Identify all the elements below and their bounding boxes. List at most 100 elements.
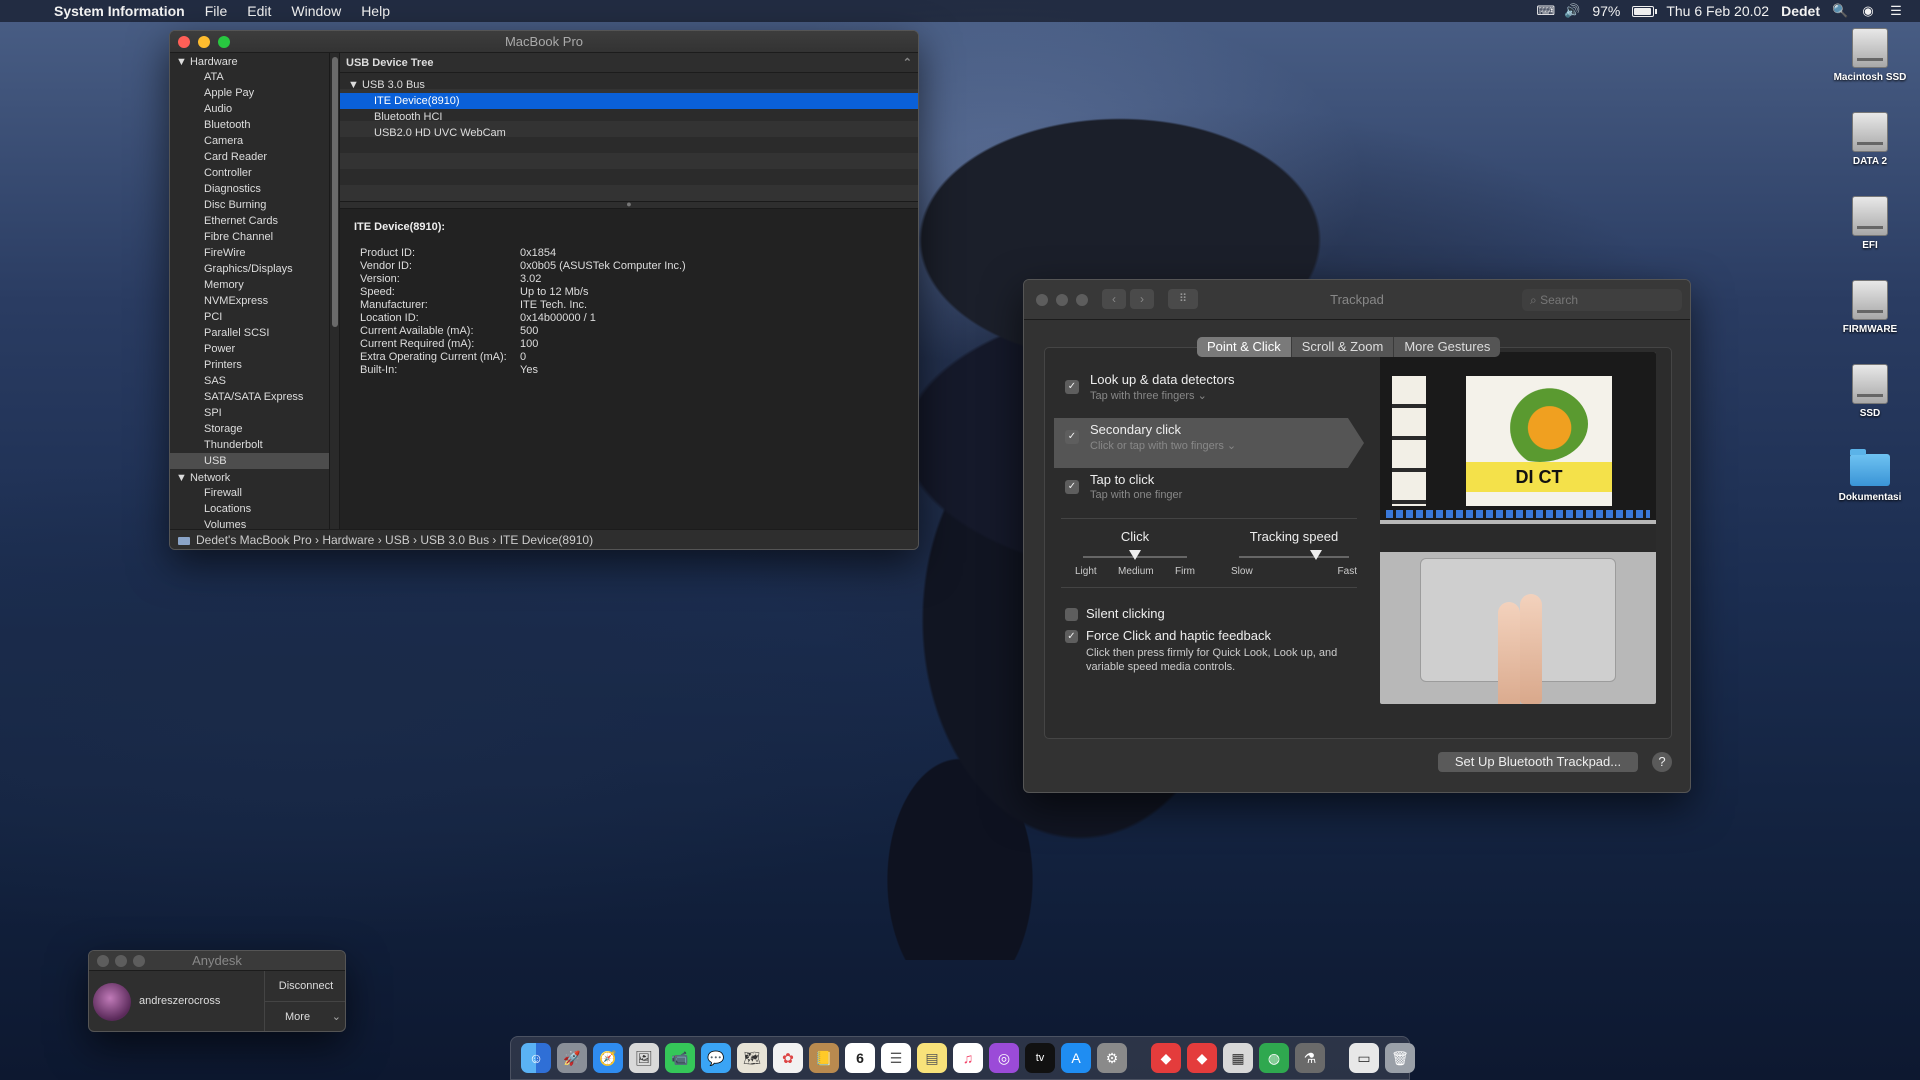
- app-store-icon[interactable]: A: [1061, 1043, 1091, 1073]
- sidebar-item[interactable]: Ethernet Cards: [170, 213, 329, 229]
- zoom-button[interactable]: [133, 955, 145, 967]
- utility-app-icon[interactable]: ⚗: [1295, 1043, 1325, 1073]
- battery-percent[interactable]: 97%: [1592, 3, 1620, 19]
- more-button[interactable]: More ⌄: [265, 1002, 345, 1031]
- facetime-icon[interactable]: 📹: [665, 1043, 695, 1073]
- sidebar-item[interactable]: Controller: [170, 165, 329, 181]
- sidebar-item[interactable]: SATA/SATA Express: [170, 389, 329, 405]
- sidebar-item[interactable]: Bluetooth: [170, 117, 329, 133]
- slider-knob[interactable]: [1310, 550, 1322, 560]
- tree-row-bus[interactable]: ▼ USB 3.0 Bus: [340, 77, 918, 93]
- menu-edit[interactable]: Edit: [247, 3, 271, 19]
- option-gesture-dropdown[interactable]: Tap with three fingers ⌄: [1090, 389, 1207, 402]
- keyboard-icon[interactable]: ⌨: [1536, 4, 1555, 18]
- notification-center-icon[interactable]: ☰: [1888, 4, 1904, 18]
- sidebar-item[interactable]: Diagnostics: [170, 181, 329, 197]
- desktop-icon-data-2[interactable]: DATA 2: [1820, 112, 1920, 167]
- tab-point-click[interactable]: Point & Click: [1197, 337, 1292, 357]
- click-pressure-slider[interactable]: Click Light Medium Firm: [1075, 529, 1195, 577]
- anydesk-icon[interactable]: ◆: [1187, 1043, 1217, 1073]
- sidebar-item[interactable]: Audio: [170, 101, 329, 117]
- sidebar-item[interactable]: Locations: [170, 501, 329, 517]
- activity-monitor-icon[interactable]: ◍: [1259, 1043, 1289, 1073]
- tracking-speed-slider[interactable]: Tracking speed Slow Fast: [1231, 529, 1357, 577]
- scrollbar-thumb[interactable]: [332, 57, 338, 327]
- sidebar-group-network[interactable]: ▼ Network: [170, 469, 329, 485]
- checkbox-checked[interactable]: ✓: [1065, 380, 1079, 394]
- desktop-icon-dokumentasi[interactable]: Dokumentasi: [1820, 448, 1920, 503]
- option-tap-to-click[interactable]: ✓ Tap to click Tap with one finger: [1045, 468, 1365, 518]
- battery-icon[interactable]: [1632, 5, 1658, 17]
- system-information-icon[interactable]: ▦: [1223, 1043, 1253, 1073]
- minimize-button[interactable]: [115, 955, 127, 967]
- menu-file[interactable]: File: [205, 3, 228, 19]
- sidebar-item[interactable]: Firewall: [170, 485, 329, 501]
- option-force-click[interactable]: ✓ Force Click and haptic feedback Click t…: [1065, 628, 1346, 674]
- volume-icon[interactable]: 🔊: [1564, 4, 1580, 18]
- tab-more-gestures[interactable]: More Gestures: [1394, 337, 1500, 357]
- reminders-icon[interactable]: ☰: [881, 1043, 911, 1073]
- sidebar-item[interactable]: Apple Pay: [170, 85, 329, 101]
- minimize-button[interactable]: [198, 36, 210, 48]
- zoom-button[interactable]: [218, 36, 230, 48]
- apple-tv-icon[interactable]: tv: [1025, 1043, 1055, 1073]
- menu-help[interactable]: Help: [361, 3, 390, 19]
- documents-stack-icon[interactable]: ▭: [1349, 1043, 1379, 1073]
- sidebar-item[interactable]: ATA: [170, 69, 329, 85]
- calendar-icon[interactable]: 6: [845, 1043, 875, 1073]
- tree-header[interactable]: USB Device Tree ⌃: [340, 53, 918, 73]
- sidebar-item[interactable]: Card Reader: [170, 149, 329, 165]
- sidebar-item[interactable]: Camera: [170, 133, 329, 149]
- desktop-icon-efi[interactable]: EFI: [1820, 196, 1920, 251]
- sidebar-item[interactable]: SAS: [170, 373, 329, 389]
- sidebar-item[interactable]: PCI: [170, 309, 329, 325]
- tree-row-device[interactable]: USB2.0 HD UVC WebCam: [340, 125, 918, 141]
- option-look-up[interactable]: ✓ Look up & data detectors Tap with thre…: [1045, 368, 1365, 418]
- finder-icon[interactable]: ☺: [521, 1043, 551, 1073]
- sidebar-item[interactable]: Disc Burning: [170, 197, 329, 213]
- sidebar-item[interactable]: Volumes: [170, 517, 329, 529]
- launchpad-icon[interactable]: 🚀: [557, 1043, 587, 1073]
- clock[interactable]: Thu 6 Feb 20.02: [1666, 3, 1769, 19]
- window-titlebar[interactable]: MacBook Pro: [170, 31, 918, 53]
- maps-icon[interactable]: 🗺: [737, 1043, 767, 1073]
- spotlight-search-icon[interactable]: 🔍: [1832, 4, 1848, 18]
- siri-icon[interactable]: ◉: [1860, 4, 1876, 18]
- sidebar-item[interactable]: Thunderbolt: [170, 437, 329, 453]
- preview-icon[interactable]: 🖼: [629, 1043, 659, 1073]
- sidebar-item[interactable]: Printers: [170, 357, 329, 373]
- desktop-icon-firmware[interactable]: FIRMWARE: [1820, 280, 1920, 335]
- split-view-divider[interactable]: ●: [340, 200, 918, 209]
- trash-icon[interactable]: 🗑: [1385, 1043, 1415, 1073]
- option-silent-clicking[interactable]: Silent clicking: [1065, 606, 1165, 622]
- checkbox-unchecked[interactable]: [1065, 608, 1078, 622]
- notes-icon[interactable]: ▤: [917, 1043, 947, 1073]
- checkbox-checked[interactable]: ✓: [1065, 480, 1079, 494]
- user-menu[interactable]: Dedet: [1781, 3, 1820, 19]
- sidebar-item[interactable]: Parallel SCSI: [170, 325, 329, 341]
- desktop-icon-ssd[interactable]: SSD: [1820, 364, 1920, 419]
- menu-window[interactable]: Window: [291, 3, 341, 19]
- sidebar-item[interactable]: NVMExpress: [170, 293, 329, 309]
- desktop-icon-macintosh-ssd[interactable]: Macintosh SSD: [1820, 28, 1920, 83]
- slider-knob[interactable]: [1129, 550, 1141, 560]
- app-menu[interactable]: System Information: [54, 3, 185, 19]
- tree-row-device[interactable]: ITE Device(8910): [340, 93, 918, 109]
- podcasts-icon[interactable]: ◎: [989, 1043, 1019, 1073]
- sidebar-scrollbar[interactable]: [330, 53, 340, 529]
- search-field[interactable]: ⌕ Search: [1522, 289, 1682, 311]
- photos-icon[interactable]: ✿: [773, 1043, 803, 1073]
- music-icon[interactable]: ♫: [953, 1043, 983, 1073]
- close-button[interactable]: [178, 36, 190, 48]
- sidebar-item[interactable]: USB: [170, 453, 329, 469]
- sidebar-item[interactable]: Graphics/Displays: [170, 261, 329, 277]
- anydesk-icon[interactable]: ◆: [1151, 1043, 1181, 1073]
- safari-icon[interactable]: 🧭: [593, 1043, 623, 1073]
- sort-caret-icon[interactable]: ⌃: [903, 53, 912, 73]
- help-button[interactable]: ?: [1652, 752, 1672, 772]
- path-text[interactable]: Dedet's MacBook Pro › Hardware › USB › U…: [196, 533, 593, 547]
- tree-row-device[interactable]: Bluetooth HCI: [340, 109, 918, 125]
- sidebar-item[interactable]: Fibre Channel: [170, 229, 329, 245]
- option-secondary-click[interactable]: ✓ Secondary click Click or tap with two …: [1054, 418, 1364, 468]
- contacts-icon[interactable]: 📒: [809, 1043, 839, 1073]
